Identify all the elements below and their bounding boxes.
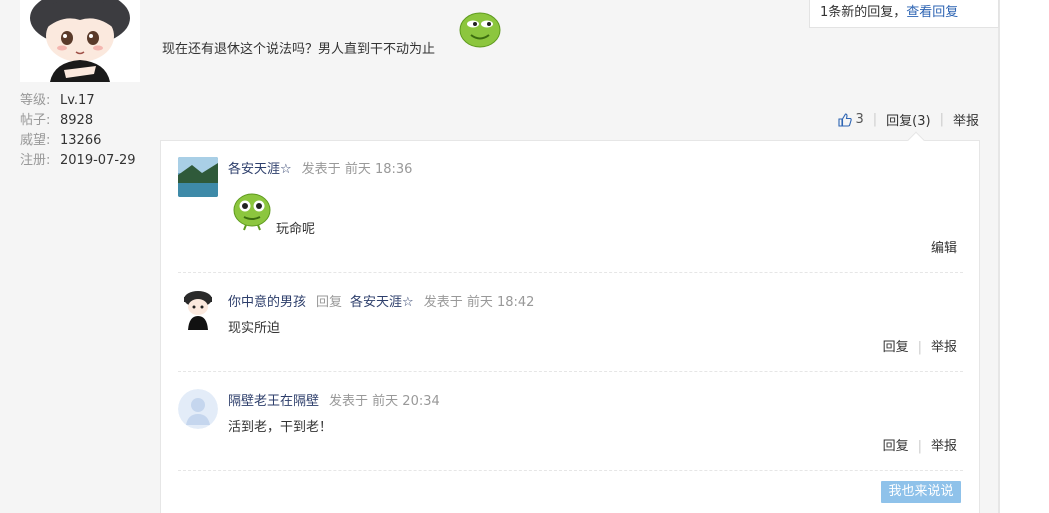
stat-prestige: 威望: 13266 bbox=[20, 133, 102, 148]
post-content: 现在还有退休这个说法吗？男人直到干不动为止 bbox=[162, 42, 436, 57]
comment-time: 前天 20:34 bbox=[372, 394, 440, 409]
stat-registered: 注册: 2019-07-29 bbox=[20, 153, 136, 168]
comment-actions: 回复 | 举报 bbox=[882, 340, 957, 355]
right-gutter bbox=[1000, 0, 1049, 513]
comment-time: 前天 18:42 bbox=[466, 295, 535, 310]
thumbs-up-icon bbox=[837, 112, 852, 127]
edit-link[interactable]: 编辑 bbox=[931, 241, 957, 256]
new-reply-notice: 1条新的回复，查看回复 bbox=[809, 0, 999, 28]
stat-posts: 帖子: 8928 bbox=[20, 113, 94, 128]
add-comment-button[interactable]: 我也来说说 bbox=[881, 481, 961, 503]
like-button[interactable]: 3 bbox=[837, 112, 864, 127]
comment-item: 你中意的男孩 回复 各安天涯☆ 发表于 前天 18:42 现实所迫 回复 | 举报 bbox=[178, 290, 963, 360]
commenter-name[interactable]: 隔壁老王在隔壁 bbox=[228, 394, 319, 409]
smile-emoji-icon bbox=[459, 10, 501, 52]
comment-header: 各安天涯☆ 发表于 前天 18:36 bbox=[228, 162, 413, 177]
commenter-avatar[interactable] bbox=[178, 290, 218, 330]
commenter-avatar[interactable] bbox=[178, 389, 218, 429]
comment-divider bbox=[178, 272, 963, 273]
comment-text: 现实所迫 bbox=[228, 321, 281, 336]
view-replies-link[interactable]: 查看回复 bbox=[906, 5, 958, 20]
comment-time: 前天 18:36 bbox=[344, 162, 413, 177]
comment-header: 隔壁老王在隔壁 发表于 前天 20:34 bbox=[228, 394, 440, 409]
comment-actions: 回复 | 举报 bbox=[882, 439, 957, 454]
reply-link[interactable]: 回复 bbox=[883, 340, 909, 355]
post-actions: 3 | 回复(3) | 举报 bbox=[837, 110, 979, 129]
report-link[interactable]: 举报 bbox=[931, 439, 957, 454]
commenter-avatar[interactable] bbox=[178, 157, 218, 197]
author-avatar[interactable] bbox=[20, 0, 140, 82]
commenter-name[interactable]: 各安天涯☆ bbox=[228, 162, 292, 177]
reply-target-name[interactable]: 各安天涯☆ bbox=[350, 295, 414, 310]
comment-item: 隔壁老王在隔壁 发表于 前天 20:34 活到老，干到老！ 回复 | 举报 bbox=[178, 389, 963, 459]
commenter-name[interactable]: 你中意的男孩 bbox=[228, 295, 306, 310]
report-link[interactable]: 举报 bbox=[953, 110, 979, 129]
like-count: 3 bbox=[855, 112, 864, 127]
laugh-emoji-icon bbox=[232, 191, 272, 235]
reply-toggle-link[interactable]: 回复(3) bbox=[886, 110, 930, 129]
comment-header: 你中意的男孩 回复 各安天涯☆ 发表于 前天 18:42 bbox=[228, 295, 535, 310]
comment-divider bbox=[178, 470, 963, 471]
reply-link[interactable]: 回复 bbox=[883, 439, 909, 454]
stat-level: 等级: Lv.17 bbox=[20, 93, 95, 108]
comment-text: 活到老，干到老！ bbox=[228, 420, 333, 435]
comment-divider bbox=[178, 371, 963, 372]
comment-actions: 编辑 bbox=[931, 237, 957, 256]
comment-item: 各安天涯☆ 发表于 前天 18:36 玩命呢 编辑 bbox=[178, 157, 963, 267]
comment-text: 玩命呢 bbox=[276, 222, 316, 237]
report-link[interactable]: 举报 bbox=[931, 340, 957, 355]
